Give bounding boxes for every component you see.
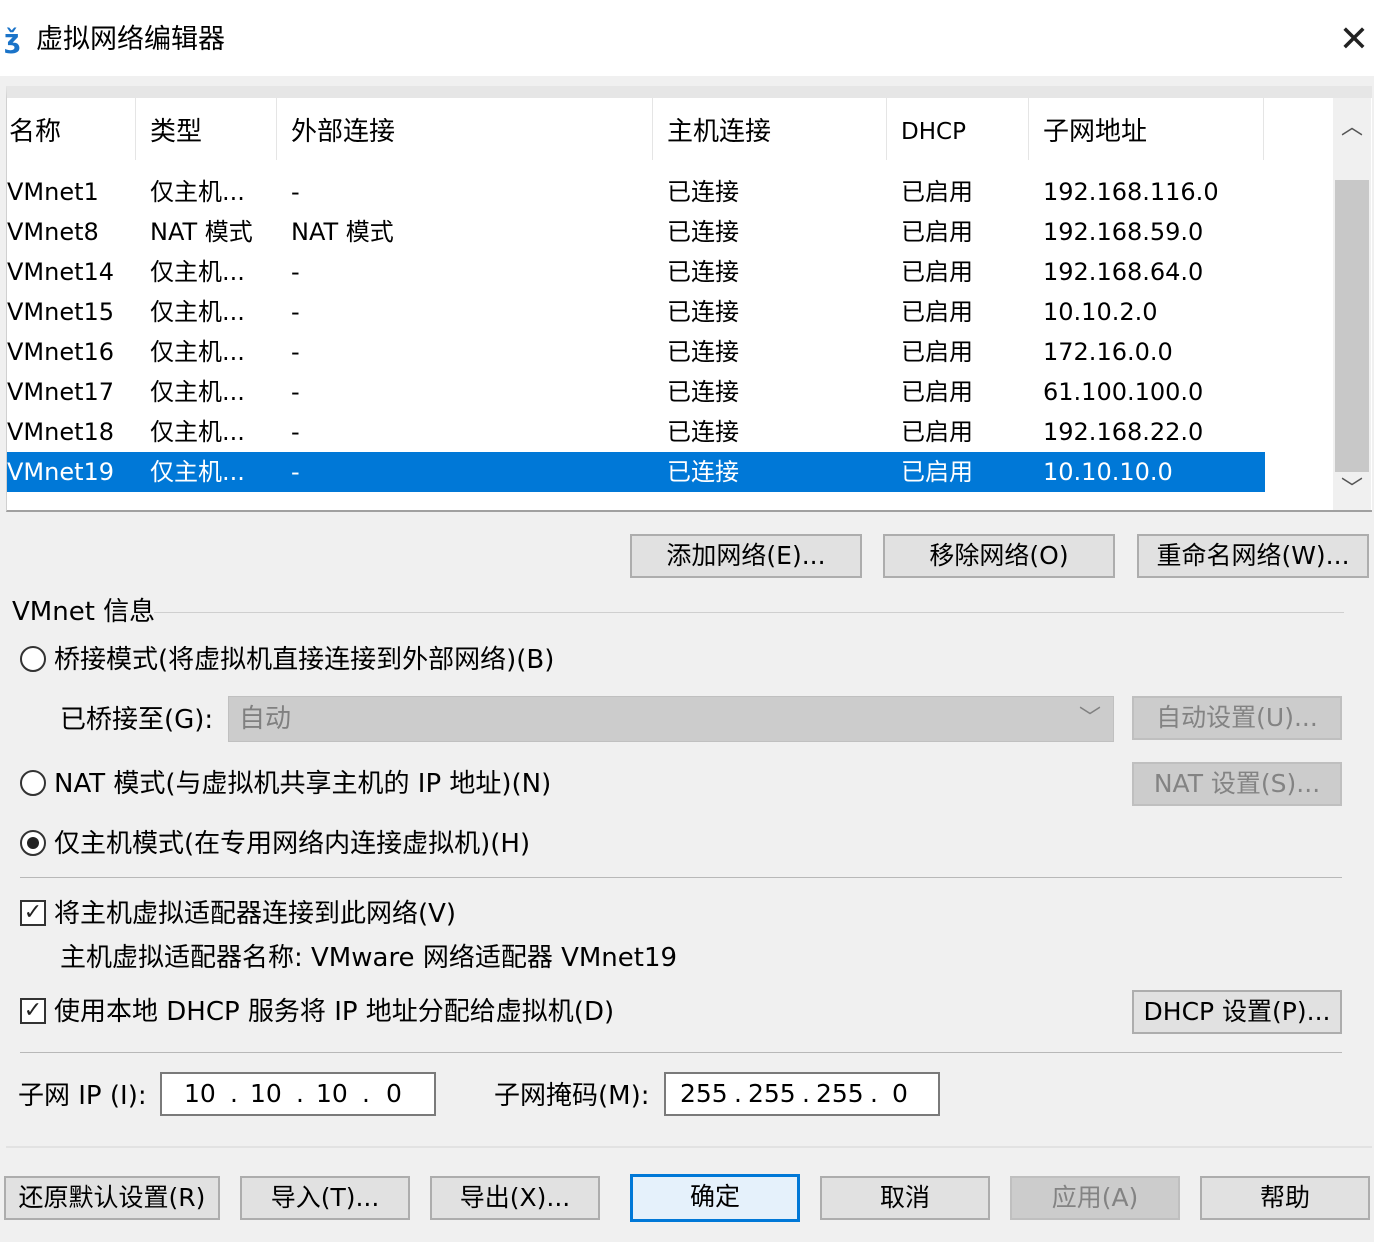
export-button[interactable]: 导出(X)... <box>430 1176 600 1220</box>
host-only-mode-radio[interactable] <box>20 830 46 856</box>
host-only-mode-label[interactable]: 仅主机模式(在专用网络内连接虚拟机)(H) <box>54 824 530 864</box>
cancel-button[interactable]: 取消 <box>820 1176 990 1220</box>
vmware-app-icon: ǯ <box>4 25 20 55</box>
subnet-ip-label: 子网 IP (I): <box>18 1081 147 1111</box>
scrollbar-thumb[interactable] <box>1335 180 1369 472</box>
separator-line <box>20 1052 1342 1053</box>
bridged-to-select[interactable]: 自动 ﹀ <box>228 696 1114 742</box>
close-button[interactable]: ✕ <box>1336 18 1372 62</box>
bridged-to-label: 已桥接至(G): <box>60 705 214 735</box>
table-row[interactable]: VMnet15 仅主机... - 已连接 已启用 10.10.2.0 <box>7 292 1265 332</box>
network-list[interactable]: 名称 类型 外部连接 主机连接 DHCP 子网地址 VMnet1 仅主机... … <box>6 86 1372 512</box>
apply-button[interactable]: 应用(A) <box>1010 1176 1180 1220</box>
nat-settings-button[interactable]: NAT 设置(S)... <box>1132 762 1342 806</box>
column-header-name[interactable]: 名称 <box>9 112 61 152</box>
group-divider <box>154 612 1344 613</box>
vmnet-info-label: VMnet 信息 <box>12 597 156 627</box>
subnet-mask-label: 子网掩码(M): <box>494 1081 650 1111</box>
add-network-button[interactable]: 添加网络(E)... <box>630 534 862 578</box>
column-header-dhcp[interactable]: DHCP <box>901 112 966 152</box>
connect-adapter-checkbox[interactable]: ✓ <box>20 900 46 926</box>
scroll-down-icon[interactable]: ﹀ <box>1333 470 1371 510</box>
column-header-host[interactable]: 主机连接 <box>667 112 771 152</box>
column-header-external[interactable]: 外部连接 <box>291 112 395 152</box>
ok-button[interactable]: 确定 <box>630 1174 800 1222</box>
scroll-up-icon[interactable]: ︿ <box>1333 108 1371 148</box>
subnet-ip-input[interactable]: 10 . 10 . 10 . 0 <box>160 1072 436 1116</box>
bridged-mode-label[interactable]: 桥接模式(将虚拟机直接连接到外部网络)(B) <box>54 640 554 680</box>
virtual-network-editor-window: ǯ 虚拟网络编辑器 ✕ 名称 类型 外部连接 主机连接 DHCP 子网地址 VM… <box>0 0 1374 1242</box>
list-header: 名称 类型 外部连接 主机连接 DHCP 子网地址 <box>7 98 1333 164</box>
window-title: 虚拟网络编辑器 <box>36 24 225 55</box>
table-row[interactable]: VMnet16 仅主机... - 已连接 已启用 172.16.0.0 <box>7 332 1265 372</box>
list-vertical-scrollbar[interactable]: ︿ ﹀ <box>1333 98 1371 510</box>
column-header-type[interactable]: 类型 <box>150 112 202 152</box>
dhcp-settings-button[interactable]: DHCP 设置(P)... <box>1132 990 1342 1034</box>
footer-divider <box>6 1146 1372 1148</box>
connect-adapter-label[interactable]: 将主机虚拟适配器连接到此网络(V) <box>54 894 456 934</box>
bridged-mode-radio[interactable] <box>20 646 46 672</box>
auto-settings-button[interactable]: 自动设置(U)... <box>1132 696 1342 740</box>
table-row-selected[interactable]: VMnet19 仅主机... - 已连接 已启用 10.10.10.0 <box>7 452 1265 492</box>
table-row[interactable]: VMnet14 仅主机... - 已连接 已启用 192.168.64.0 <box>7 252 1265 292</box>
restore-defaults-button[interactable]: 还原默认设置(R) <box>4 1176 220 1220</box>
help-button[interactable]: 帮助 <box>1200 1176 1370 1220</box>
table-row[interactable]: VMnet17 仅主机... - 已连接 已启用 61.100.100.0 <box>7 372 1265 412</box>
nat-mode-radio[interactable] <box>20 770 46 796</box>
dhcp-label[interactable]: 使用本地 DHCP 服务将 IP 地址分配给虚拟机(D) <box>54 992 614 1032</box>
column-header-subnet[interactable]: 子网地址 <box>1043 112 1147 152</box>
chevron-down-icon: ﹀ <box>1078 706 1101 731</box>
remove-network-button[interactable]: 移除网络(O) <box>883 534 1115 578</box>
nat-mode-label[interactable]: NAT 模式(与虚拟机共享主机的 IP 地址)(N) <box>54 764 551 804</box>
table-row[interactable]: VMnet8 NAT 模式 NAT 模式 已连接 已启用 192.168.59.… <box>7 212 1265 252</box>
separator-line <box>20 877 1342 878</box>
adapter-name-text: 主机虚拟适配器名称: VMware 网络适配器 VMnet19 <box>60 943 678 973</box>
dhcp-checkbox[interactable]: ✓ <box>20 998 46 1024</box>
table-row[interactable]: VMnet18 仅主机... - 已连接 已启用 192.168.22.0 <box>7 412 1265 452</box>
rename-network-button[interactable]: 重命名网络(W)... <box>1137 534 1369 578</box>
import-button[interactable]: 导入(T)... <box>240 1176 410 1220</box>
title-bar: ǯ 虚拟网络编辑器 ✕ <box>0 0 1374 76</box>
subnet-mask-input[interactable]: 255 . 255 . 255 . 0 <box>664 1072 940 1116</box>
bridged-to-value: 自动 <box>239 704 292 734</box>
table-row[interactable]: VMnet1 仅主机... - 已连接 已启用 192.168.116.0 <box>7 172 1265 212</box>
